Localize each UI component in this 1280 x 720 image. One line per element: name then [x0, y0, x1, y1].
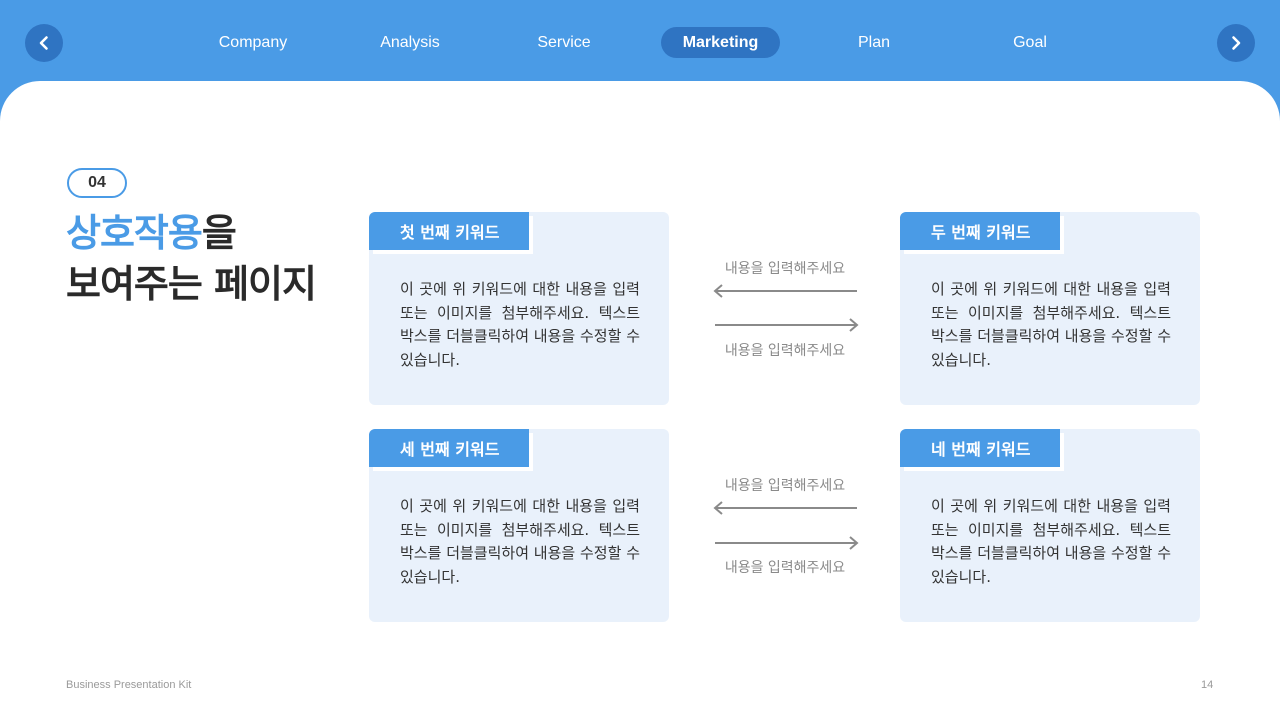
top-navigation-bar: Company Analysis Service Marketing Plan … [0, 0, 1280, 84]
keyword-card-label: 두 번째 키워드 [900, 212, 1060, 250]
keyword-card-3[interactable]: 세 번째 키워드 이 곳에 위 키워드에 대한 내용을 입력 또는 이미지를 첨… [369, 429, 669, 622]
keyword-card-2[interactable]: 두 번째 키워드 이 곳에 위 키워드에 대한 내용을 입력 또는 이미지를 첨… [900, 212, 1200, 405]
previous-slide-button[interactable] [25, 24, 63, 62]
keyword-card-text[interactable]: 이 곳에 위 키워드에 대한 내용을 입력 또는 이미지를 첨부해주세요. 텍스… [400, 278, 640, 372]
tab-analysis[interactable]: Analysis [355, 27, 465, 58]
keyword-card-4[interactable]: 네 번째 키워드 이 곳에 위 키워드에 대한 내용을 입력 또는 이미지를 첨… [900, 429, 1200, 622]
keyword-card-text[interactable]: 이 곳에 위 키워드에 대한 내용을 입력 또는 이미지를 첨부해주세요. 텍스… [931, 278, 1171, 372]
arrow-label-top[interactable]: 내용을 입력해주세요 [710, 475, 860, 495]
title-line1-rest: 을 [201, 211, 237, 255]
arrow-right-icon [715, 536, 859, 550]
keyword-card-label: 네 번째 키워드 [900, 429, 1060, 467]
tab-goal[interactable]: Goal [975, 27, 1085, 58]
footer-brand: Business Presentation Kit [66, 679, 192, 691]
keyword-card-label: 세 번째 키워드 [369, 429, 529, 467]
tab-marketing[interactable]: Marketing [661, 27, 780, 58]
arrow-label-bottom[interactable]: 내용을 입력해주세요 [710, 340, 860, 360]
arrow-left-icon [713, 501, 857, 515]
chevron-right-icon [1232, 36, 1241, 50]
keyword-card-text[interactable]: 이 곳에 위 키워드에 대한 내용을 입력 또는 이미지를 첨부해주세요. 텍스… [400, 495, 640, 589]
section-number-badge: 04 [67, 168, 127, 198]
arrow-left-icon [713, 284, 857, 298]
page-title: 상호작용을 보여주는 페이지 [66, 208, 317, 310]
title-highlight: 상호작용 [66, 211, 203, 255]
tab-plan[interactable]: Plan [819, 27, 929, 58]
title-line2: 보여주는 페이지 [66, 262, 317, 306]
interaction-arrows-1: 내용을 입력해주세요 내용을 입력해주세요 [710, 258, 860, 360]
keyword-card-label: 첫 번째 키워드 [369, 212, 529, 250]
tab-service[interactable]: Service [509, 27, 619, 58]
keyword-card-text[interactable]: 이 곳에 위 키워드에 대한 내용을 입력 또는 이미지를 첨부해주세요. 텍스… [931, 495, 1171, 589]
keyword-card-1[interactable]: 첫 번째 키워드 이 곳에 위 키워드에 대한 내용을 입력 또는 이미지를 첨… [369, 212, 669, 405]
page-number: 14 [1201, 679, 1214, 691]
chevron-left-icon [39, 36, 48, 50]
arrow-label-bottom[interactable]: 내용을 입력해주세요 [710, 557, 860, 577]
arrow-label-top[interactable]: 내용을 입력해주세요 [710, 258, 860, 278]
next-slide-button[interactable] [1217, 24, 1255, 62]
interaction-arrows-2: 내용을 입력해주세요 내용을 입력해주세요 [710, 475, 860, 577]
tab-company[interactable]: Company [198, 27, 308, 58]
arrow-right-icon [715, 318, 859, 332]
